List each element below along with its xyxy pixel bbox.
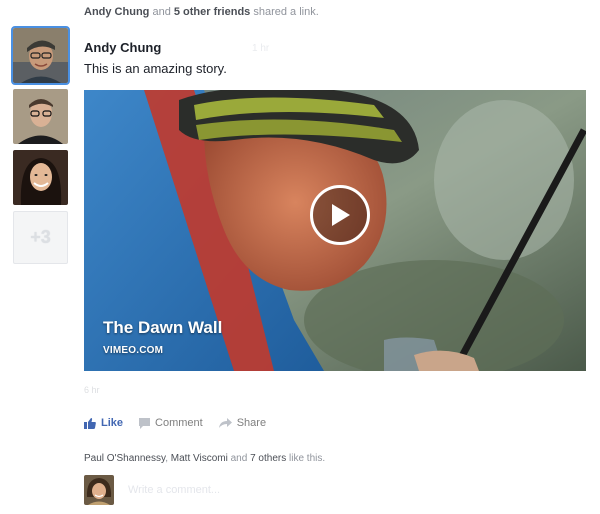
post-meta: 6 hr	[84, 385, 100, 395]
link-title: The Dawn Wall	[103, 318, 223, 337]
liker-name-2[interactable]: Matt Viscomi	[171, 453, 228, 464]
link-video-card[interactable]: The Dawn Wall VIMEO.COM	[84, 90, 586, 371]
likes-summary: Paul O'Shannessy, Matt Viscomi and 7 oth…	[84, 453, 325, 464]
commenter-avatar	[84, 475, 114, 505]
friend-avatar-2[interactable]	[13, 89, 68, 144]
friend-avatar-3[interactable]	[13, 150, 68, 205]
post-text: This is an amazing story.	[84, 61, 227, 76]
likes-others-link[interactable]: 7 others	[250, 453, 286, 464]
comment-icon	[139, 417, 151, 429]
share-button[interactable]: Share	[218, 417, 267, 429]
comment-input[interactable]	[128, 478, 428, 502]
play-icon	[332, 204, 350, 226]
link-source: VIMEO.COM	[103, 345, 164, 356]
like-label: Like	[101, 417, 124, 429]
comment-button[interactable]: Comment	[139, 417, 203, 429]
thumbs-up-icon	[84, 417, 96, 429]
like-button[interactable]: Like	[84, 417, 123, 429]
friend-rail: +3	[11, 26, 70, 264]
more-friends-button[interactable]: +3	[13, 211, 68, 264]
likes-separator: ,	[165, 453, 168, 464]
liker-name-1[interactable]: Paul O'Shannessy	[84, 453, 165, 464]
post-author[interactable]: Andy Chung	[84, 40, 161, 55]
share-label: Share	[236, 417, 267, 429]
story-actor-link[interactable]: Andy Chung	[84, 6, 149, 18]
story-connector: and	[152, 6, 171, 18]
comment-composer	[84, 475, 428, 505]
more-friends-label: +3	[30, 227, 51, 247]
likes-tail: like this.	[289, 453, 326, 464]
share-arrow-icon	[218, 418, 232, 428]
story-header: Andy Chung and 5 other friends shared a …	[84, 6, 319, 18]
likes-and: and	[230, 453, 248, 464]
story-verb: shared a link.	[253, 6, 319, 18]
friend-avatar-1[interactable]	[11, 26, 70, 85]
post-actions: Like Comment Share	[84, 417, 282, 429]
story-others-link[interactable]: 5 other friends	[174, 6, 250, 18]
comment-label: Comment	[155, 417, 203, 429]
play-button[interactable]	[310, 185, 370, 245]
post-timestamp[interactable]: 1 hr	[252, 43, 269, 54]
